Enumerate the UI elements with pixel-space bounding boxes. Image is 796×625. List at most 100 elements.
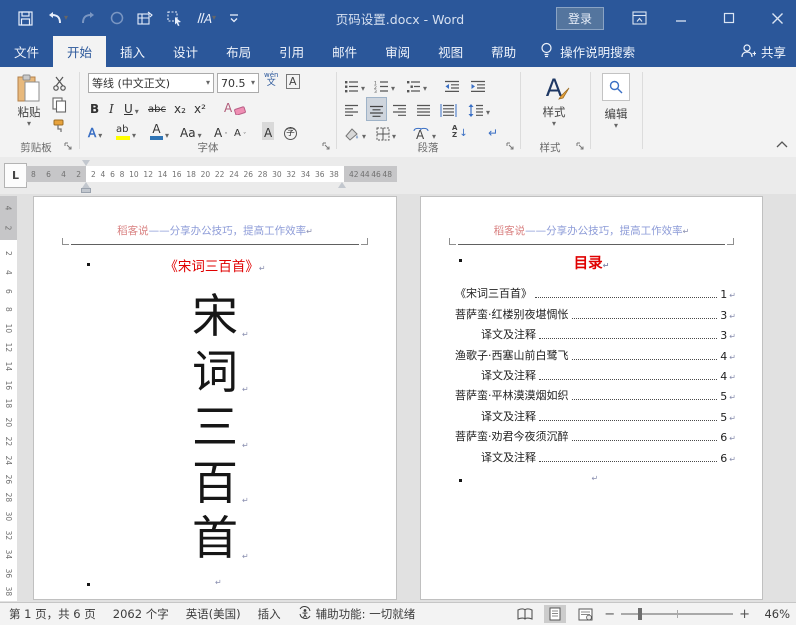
ribbon-display-options-button[interactable] [622,0,656,36]
left-indent-marker[interactable] [81,188,91,193]
toc-entry[interactable]: 菩萨蛮·劝君今夜须沉醉 6 ↵ [455,424,736,444]
tab-design[interactable]: 设计 [159,36,212,67]
undo-button[interactable]: ▾ [46,11,68,25]
page-indicator[interactable]: 第 1 页，共 6 页 [9,606,96,622]
print-layout-button[interactable] [544,605,567,623]
multilevel-list-icon[interactable]: ▾ [406,75,427,93]
zoom-slider[interactable] [621,608,734,620]
increase-indent-icon[interactable] [470,75,486,93]
format-text-icon[interactable]: A ▾ [196,11,216,25]
customize-qat-icon[interactable] [229,13,239,23]
save-icon[interactable] [18,10,33,26]
hruler-left-margin[interactable]: 8642 [26,166,86,182]
bold-button[interactable]: B [90,98,99,116]
vertical-ruler[interactable]: 42 2 4 6 8 10 12 14 16 18 20 22 24 26 28 30 32 34 36 38 [0,196,17,601]
cut-icon[interactable] [52,76,68,94]
distribute-text-icon[interactable] [440,99,457,117]
paste-button[interactable]: 粘贴 ▾ [10,74,48,128]
line-spacing-icon[interactable]: ▾ [468,99,490,117]
tab-selector[interactable]: L [4,163,27,188]
asian-layout-icon[interactable]: A ▾ [412,123,436,141]
shading-icon[interactable]: ▾ [344,123,366,141]
editing-button[interactable]: 编辑 ▾ [596,73,636,130]
enclose-characters-button[interactable]: 字 [284,122,298,140]
chevron-down-icon[interactable]: ▾ [198,132,202,140]
web-layout-button[interactable] [574,605,596,623]
toc-entry[interactable]: 《宋词三百首》 1 ↵ [455,281,736,301]
select-object-icon[interactable] [167,10,183,26]
insert-mode[interactable]: 插入 [258,606,281,622]
copy-icon[interactable] [52,97,67,116]
bullet-list-icon[interactable]: ▾ [344,75,365,93]
zoom-in-button[interactable]: + [739,607,750,622]
align-left-icon[interactable] [344,99,359,117]
character-shading-button[interactable]: A [262,122,275,140]
font-dialog-launcher[interactable] [322,140,331,154]
change-case-button[interactable]: Aa ▾ [180,122,202,140]
underline-button[interactable]: U ▾ [124,98,139,116]
clear-formatting-button[interactable]: A [224,97,247,115]
chevron-down-icon[interactable]: ▾ [391,85,395,93]
zoom-out-button[interactable]: − [604,607,615,622]
toc-entry[interactable]: 译文及注释 5 ↵ [455,403,736,424]
format-painter-icon[interactable] [52,118,68,137]
chevron-down-icon[interactable]: ▾ [486,109,490,117]
chevron-down-icon[interactable]: ▾ [132,132,136,140]
chevron-down-icon[interactable]: ▾ [206,79,210,87]
show-marks-icon[interactable]: ↵ [488,122,498,140]
text-effects-button[interactable]: A ▾ [88,122,102,140]
draw-table-icon[interactable] [137,11,154,26]
chevron-down-icon[interactable]: ▾ [212,14,216,22]
chevron-down-icon[interactable]: ▾ [251,79,255,87]
toc-entry[interactable]: 菩萨蛮·平林漠漠烟如织 5 ↵ [455,383,736,403]
tab-mailings[interactable]: 邮件 [318,36,371,67]
tab-layout[interactable]: 布局 [212,36,265,67]
window-minimize-button[interactable] [664,0,698,36]
word-count[interactable]: 2062 个字 [113,606,169,622]
login-button[interactable]: 登录 [556,7,604,30]
tab-home[interactable]: 开始 [53,36,107,67]
font-size-combo[interactable]: 70.5 ▾ [217,73,259,93]
decrease-indent-icon[interactable] [444,75,460,93]
toc-entry[interactable]: 译文及注释 4 ↵ [455,363,736,383]
subscript-button[interactable]: x₂ [174,98,186,116]
chevron-down-icon[interactable]: ▾ [423,85,427,93]
font-color-button[interactable]: A ▾ [150,122,169,140]
numbered-list-icon[interactable]: 123 ▾ [374,75,395,94]
tab-file[interactable]: 文件 [0,36,53,67]
chevron-down-icon[interactable]: ▾ [361,85,365,93]
clipboard-dialog-launcher[interactable] [64,140,73,154]
strikethrough-button[interactable]: abc [148,98,166,116]
shrink-font-button[interactable]: Aˇ [234,122,246,140]
toc-entry[interactable]: 译文及注释 3 ↵ [455,322,736,342]
hruler-text-area[interactable]: 2 4 6 8 10 12 14 16 18 20 22 24 26 28 30 32 34 36 38 [86,166,344,182]
language-indicator[interactable]: 英语(美国) [186,606,241,622]
highlight-color-button[interactable]: ab ▾ [116,122,136,140]
tab-help[interactable]: 帮助 [477,36,530,67]
borders-icon[interactable]: ▾ [376,123,396,141]
hruler-right-margin[interactable]: 42 44 46 48 [344,166,397,182]
font-name-combo[interactable]: 等线 (中文正文) ▾ [88,73,214,93]
first-line-indent-marker[interactable] [82,160,90,166]
align-center-icon[interactable] [366,97,387,121]
page-2[interactable]: 稻客说——分享办公技巧，提高工作效率↵ 目录↵ 《宋词三百首》 1 ↵ 菩萨蛮·红楼… [420,196,763,600]
styles-button[interactable]: A 样式 ▾ [528,74,580,128]
justify-icon[interactable] [416,99,431,117]
zoom-percentage[interactable]: 46% [758,607,790,621]
chevron-down-icon[interactable]: ▾ [135,108,139,116]
styles-dialog-launcher[interactable] [576,140,585,154]
window-maximize-button[interactable] [712,0,746,36]
chevron-down-icon[interactable]: ▾ [165,132,169,140]
tab-view[interactable]: 视图 [424,36,477,67]
chevron-down-icon[interactable]: ▾ [98,132,102,140]
share-button[interactable]: 共享 [740,36,786,67]
document-area[interactable]: 42 2 4 6 8 10 12 14 16 18 20 22 24 26 28 30 32 34 36 38 稻客… [0,194,796,603]
tell-me-search[interactable]: 操作说明搜索 [530,36,645,67]
window-close-button[interactable] [760,0,794,36]
character-border-icon[interactable]: A [286,74,300,89]
tab-review[interactable]: 审阅 [371,36,424,67]
grow-font-button[interactable]: Aˆ [214,122,228,141]
paragraph-dialog-launcher[interactable] [506,140,515,154]
accessibility-status[interactable]: 辅助功能: 一切就绪 [298,606,415,622]
superscript-button[interactable]: x² [194,98,206,116]
